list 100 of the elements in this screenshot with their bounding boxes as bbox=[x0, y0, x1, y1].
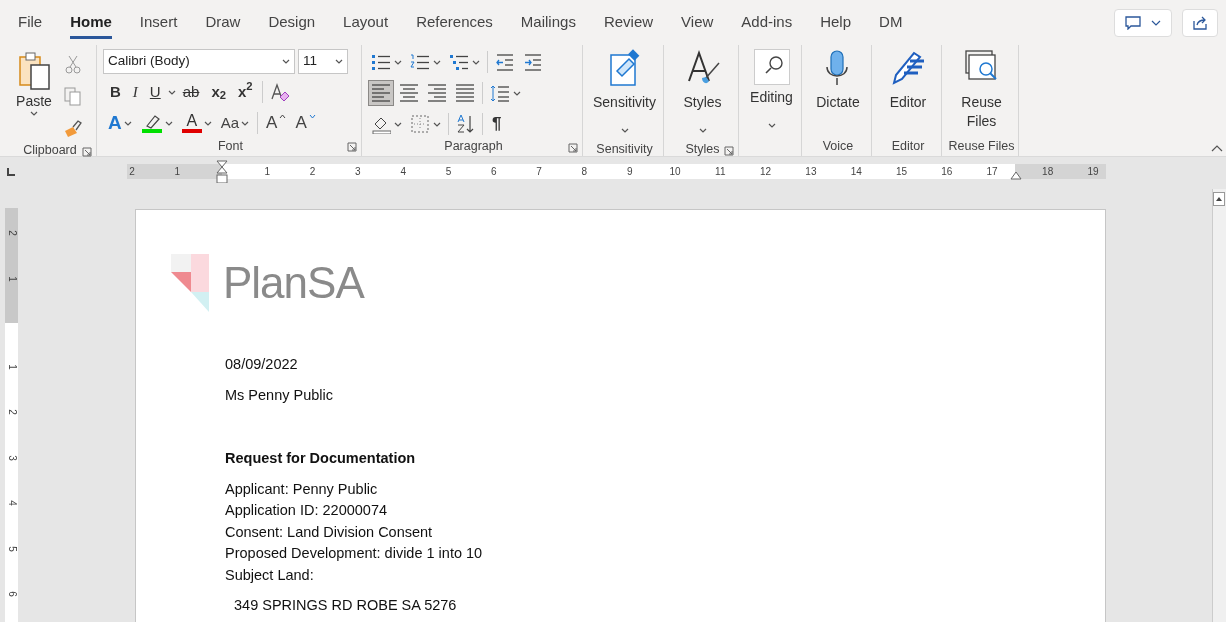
caret-icon bbox=[698, 128, 707, 133]
ribbon-tab[interactable]: Layout bbox=[329, 0, 403, 45]
align-left-button[interactable] bbox=[368, 80, 394, 106]
ruler-number: 4 bbox=[400, 165, 406, 179]
ruler-number: 1 bbox=[174, 165, 181, 179]
text-effects-button[interactable]: A bbox=[105, 110, 135, 136]
address-text: 349 SPRINGS RD ROBE SA 5276 bbox=[234, 596, 458, 615]
ruler-number: 10 bbox=[669, 165, 681, 179]
font-size-field[interactable]: 11 bbox=[298, 49, 348, 74]
bullets-icon bbox=[371, 53, 391, 71]
detail-text: Subject Land: bbox=[225, 565, 315, 585]
decrease-indent-icon bbox=[495, 52, 515, 72]
styles-button[interactable]: Styles bbox=[683, 47, 722, 140]
group-label: Voice bbox=[822, 137, 854, 155]
ribbon-tab[interactable]: Help bbox=[806, 0, 866, 45]
numbering-icon bbox=[410, 53, 430, 71]
ribbon-tab[interactable]: Add-ins bbox=[727, 0, 807, 45]
launcher-icon[interactable] bbox=[347, 142, 357, 152]
heading-text: Request for Documentation bbox=[225, 449, 417, 468]
ribbon-tab[interactable]: Mailings bbox=[506, 0, 590, 45]
ribbon-tab[interactable]: References bbox=[402, 0, 507, 45]
ribbon-tab[interactable]: DM bbox=[865, 0, 917, 45]
ruler-number: 4 bbox=[5, 499, 18, 508]
search-icon bbox=[753, 49, 790, 85]
ruler-number: 3 bbox=[355, 165, 361, 179]
subscript-button[interactable]: x$_{2}$ bbox=[206, 79, 231, 105]
multilevel-list-icon bbox=[449, 53, 469, 71]
caret-icon bbox=[767, 123, 776, 128]
ruler-number: 1 bbox=[5, 362, 18, 372]
cut-icon bbox=[64, 54, 81, 74]
ribbon-tab[interactable]: Home bbox=[56, 0, 126, 45]
text-effects-glyph: A bbox=[108, 110, 122, 135]
tab-selector-icon bbox=[6, 167, 16, 177]
ribbon-tab[interactable]: File bbox=[4, 0, 57, 45]
group-label: Sensitivity bbox=[596, 141, 653, 158]
superscript-button[interactable]: x$^{2}$ bbox=[233, 79, 258, 105]
ribbon-tab[interactable]: Insert bbox=[125, 0, 192, 45]
ruler-number: 6 bbox=[5, 590, 18, 599]
share-button[interactable] bbox=[1182, 8, 1218, 37]
caret-icon bbox=[1151, 19, 1161, 26]
ruler-number: 2 bbox=[309, 165, 316, 179]
ruler-number: 2 bbox=[5, 229, 18, 238]
group-label: Reuse Files bbox=[948, 137, 1015, 155]
ruler-number: 15 bbox=[895, 165, 908, 179]
paste-button[interactable]: Paste bbox=[8, 49, 60, 141]
ruler-number: 18 bbox=[1042, 165, 1054, 179]
detail-text: Proposed Development: divide 1 into 10 bbox=[225, 544, 483, 563]
font-color-button[interactable]: A bbox=[178, 110, 215, 136]
ruler-number: 7 bbox=[536, 165, 542, 179]
ribbon-tab[interactable]: Review bbox=[589, 0, 668, 45]
case-button[interactable]: Aa bbox=[217, 110, 253, 136]
launcher-icon[interactable] bbox=[568, 143, 578, 153]
caret-down-icon bbox=[308, 114, 316, 119]
launcher-icon[interactable] bbox=[724, 146, 734, 156]
caret-icon bbox=[513, 90, 521, 96]
italic-button[interactable]: I bbox=[127, 79, 143, 105]
clipboard-icon bbox=[17, 51, 51, 91]
underline-button[interactable]: U bbox=[144, 79, 166, 105]
pen-icon bbox=[890, 49, 926, 87]
ruler-number: 16 bbox=[941, 165, 953, 179]
borders-icon bbox=[410, 114, 430, 134]
align-left-icon bbox=[371, 83, 391, 103]
ruler-number: 3 bbox=[5, 453, 18, 463]
editing-button[interactable]: Editing bbox=[750, 47, 793, 136]
ruler-number: 6 bbox=[491, 165, 497, 179]
group-label: Clipboard bbox=[23, 142, 77, 159]
scrollbar[interactable] bbox=[1212, 189, 1226, 622]
align-right-icon bbox=[427, 83, 447, 103]
caret-icon bbox=[164, 120, 173, 126]
comments-button[interactable] bbox=[1114, 8, 1172, 37]
caret-icon bbox=[394, 121, 402, 127]
ribbon-tab[interactable]: View bbox=[667, 0, 728, 45]
align-center-icon bbox=[399, 83, 419, 103]
shrink-button[interactable]: A bbox=[292, 110, 319, 136]
launcher-icon[interactable] bbox=[82, 147, 92, 157]
bold-button[interactable]: B bbox=[105, 79, 126, 105]
ruler-number: 8 bbox=[581, 165, 588, 179]
font-name-field[interactable]: Calibri (Body) bbox=[103, 49, 295, 74]
group-label: Font bbox=[218, 137, 243, 155]
ruler-number: 14 bbox=[850, 165, 862, 179]
group-label: Editor bbox=[891, 137, 925, 155]
ruler-number: 11 bbox=[715, 165, 726, 179]
clear-formatting-icon bbox=[269, 82, 290, 102]
sensitivity-button[interactable]: Sensitivity bbox=[593, 47, 656, 140]
dictate-button[interactable]: Dictate bbox=[816, 47, 860, 136]
reuse-button[interactable]: Reuse Files bbox=[959, 47, 1004, 136]
ribbon-tab[interactable]: Design bbox=[254, 0, 330, 45]
strike-button[interactable]: ab bbox=[177, 79, 205, 105]
editor-button[interactable]: Editor bbox=[889, 47, 927, 136]
ribbon-tab[interactable]: Draw bbox=[191, 0, 255, 45]
caret-icon bbox=[167, 89, 176, 95]
logo-icon bbox=[171, 254, 211, 312]
collapse-ribbon-icon[interactable] bbox=[1211, 145, 1223, 152]
caret-icon bbox=[472, 59, 480, 65]
show-marks-button[interactable]: ¶ bbox=[487, 111, 507, 137]
ruler-number: 2 bbox=[129, 165, 135, 179]
detail-text: Applicant: Penny Public bbox=[225, 479, 379, 499]
ruler-number: 5 bbox=[445, 165, 452, 179]
grow-button[interactable]: A bbox=[263, 110, 290, 136]
caret-icon bbox=[30, 111, 38, 116]
